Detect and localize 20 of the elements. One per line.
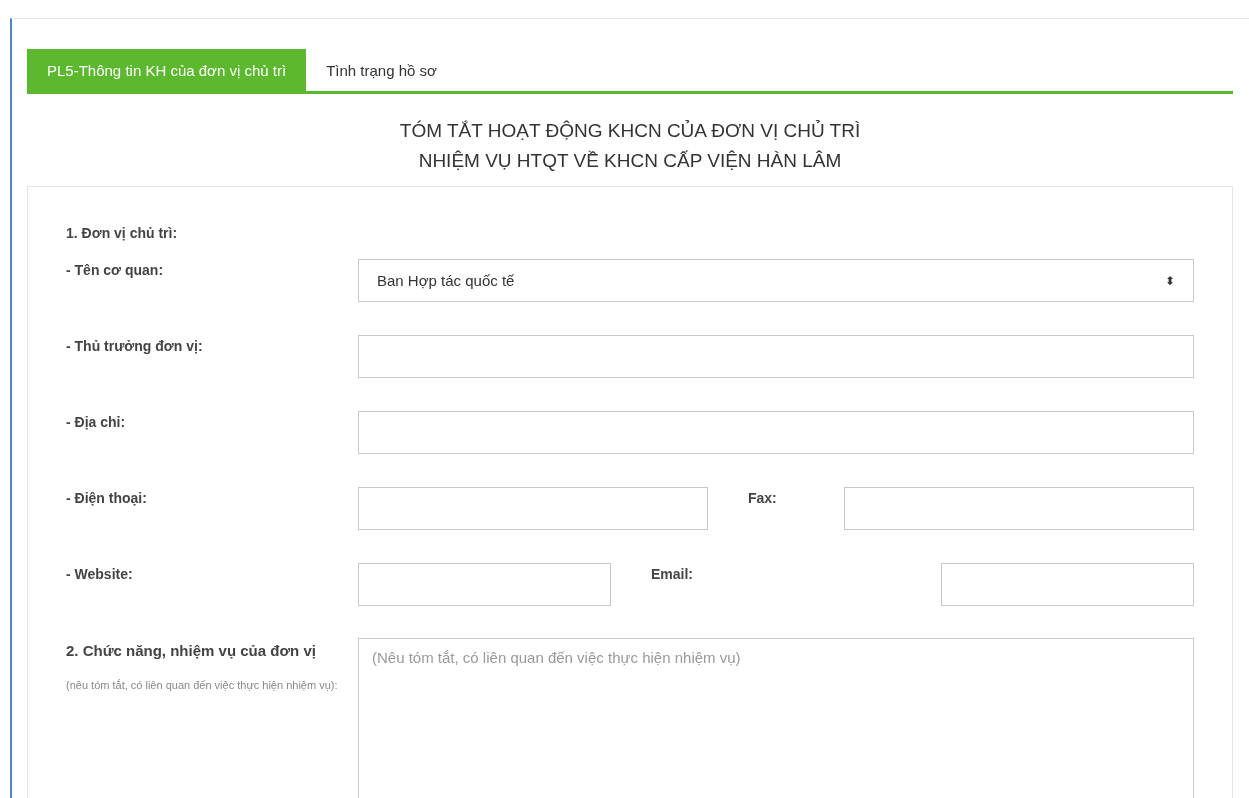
section-heading: 1. Đơn vị chủ trì: [66, 225, 179, 241]
field-label: - Địa chỉ: [66, 413, 127, 430]
field-label: - Website: [66, 565, 134, 582]
input-field[interactable] [358, 411, 1194, 454]
text-area[interactable]: (Nêu tóm tắt, có liên quan đến việc thực hiện nhiệm vụ) [358, 638, 1194, 798]
input-field[interactable] [844, 487, 1194, 530]
field-label: Email: [650, 565, 694, 582]
section-heading: 2. Chức năng, nhiệm vụ của đơn vị [66, 641, 317, 661]
form-title: NHIỆM VỤ HTQT VỀ KHCN CẤP VIỆN HÀN LÂM [417, 149, 843, 173]
select-field[interactable]: Ban Hợp tác quốc tế ⬍ [358, 259, 1194, 302]
field-note: (nêu tóm tắt, có liên quan đến việc thực hiện nhiệm vụ): [66, 678, 338, 693]
field-label: - Điện thoại: [66, 489, 148, 506]
form-title: TÓM TẮT HOẠT ĐỘNG KHCN CỦA ĐƠN VỊ CHỦ TRÌ [398, 119, 862, 143]
field-label: - Thủ trưởng đơn vị: [66, 337, 204, 354]
field-label: Fax: [747, 489, 778, 506]
input-field[interactable] [358, 335, 1194, 378]
field-label: - Tên cơ quan: [66, 261, 165, 278]
input-field[interactable] [941, 563, 1194, 606]
input-field[interactable] [358, 487, 708, 530]
input-field[interactable] [358, 563, 611, 606]
